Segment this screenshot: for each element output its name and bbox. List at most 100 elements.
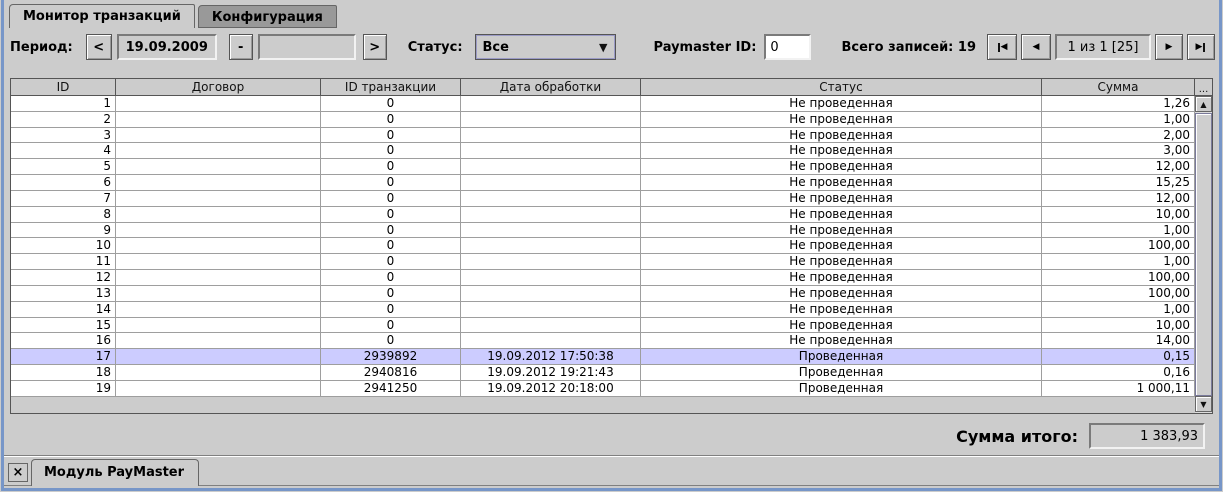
cell: Не проведенная — [641, 96, 1042, 111]
table-row[interactable]: 19294125019.09.2012 20:18:00Проведенная1… — [11, 381, 1195, 397]
tab-configuration[interactable]: Конфигурация — [198, 5, 337, 28]
module-tab-paymaster[interactable]: Модуль PayMaster — [31, 459, 199, 486]
table-row[interactable]: 10 0 Не проведенная100,00 — [11, 238, 1195, 254]
cell: 8 — [11, 207, 116, 222]
table-row[interactable]: 60Не проведенная15,25 — [11, 175, 1195, 191]
cell: Не проведенная — [641, 270, 1042, 285]
scroll-up-button[interactable]: ▲ — [1195, 96, 1212, 112]
cell: Не проведенная — [641, 223, 1042, 238]
cell: Не проведенная — [641, 238, 1042, 253]
table-row[interactable]: 10Не проведенная1,26 — [11, 96, 1195, 112]
column-header-5[interactable]: Сумма — [1042, 79, 1195, 96]
cell: 10 — [11, 238, 116, 253]
period-next-button[interactable]: > — [363, 34, 387, 60]
cell — [461, 270, 641, 285]
range-dash-button[interactable]: - — [229, 34, 253, 60]
cell: Не проведенная — [641, 191, 1042, 206]
summary-row: Сумма итого: 1 383,93 — [956, 423, 1205, 449]
cell: 14 — [11, 302, 116, 317]
cell — [116, 143, 321, 158]
close-module-button[interactable]: × — [8, 463, 28, 482]
cell: 0 — [321, 238, 461, 253]
cell — [461, 318, 641, 333]
column-header-3[interactable]: Дата обработки — [461, 79, 641, 96]
pager-last-button[interactable]: ▶ — [1187, 34, 1215, 60]
filter-toolbar: Период: < 19.09.2009 - > Статус: Все ▼ P… — [10, 33, 1215, 61]
cell: 2,00 — [1042, 128, 1195, 143]
cell: 0,16 — [1042, 365, 1195, 380]
table-row[interactable]: 18294081619.09.2012 19:21:43Проведенная0… — [11, 365, 1195, 381]
corner-header[interactable]: ... — [1195, 79, 1212, 96]
date-from-field[interactable]: 19.09.2009 — [117, 34, 217, 60]
pager-prev-button[interactable]: ◀ — [1021, 34, 1051, 60]
table-row[interactable]: 150Не проведенная10,00 — [11, 318, 1195, 334]
pager-next-button[interactable]: ▶ — [1155, 34, 1183, 60]
table-row[interactable]: 80Не проведенная10,00 — [11, 207, 1195, 223]
cell: 1,00 — [1042, 223, 1195, 238]
cell — [461, 207, 641, 222]
cell: 0 — [321, 286, 461, 301]
cell: 100,00 — [1042, 238, 1195, 253]
table-row[interactable]: 50Не проведенная12,00 — [11, 159, 1195, 175]
cell: 9 — [11, 223, 116, 238]
cell: 19.09.2012 20:18:00 — [461, 381, 641, 396]
table-row[interactable]: 120Не проведенная100,00 — [11, 270, 1195, 286]
column-header-0[interactable]: ID — [11, 79, 116, 96]
cell — [116, 333, 321, 348]
cell — [116, 286, 321, 301]
period-prev-button[interactable]: < — [86, 34, 112, 60]
cell — [461, 159, 641, 174]
vertical-scrollbar[interactable]: ▲ ▼ — [1195, 96, 1212, 413]
table-row[interactable]: 70Не проведенная12,00 — [11, 191, 1195, 207]
cell — [461, 191, 641, 206]
table-body: 10Не проведенная1,2620Не проведенная1,00… — [11, 96, 1195, 397]
transactions-table: IDДоговорID транзакцииДата обработкиСтат… — [10, 78, 1213, 414]
cell: 1 000,11 — [1042, 381, 1195, 396]
cell: 1,00 — [1042, 254, 1195, 269]
table-row[interactable]: 110Не проведенная1,00 — [11, 254, 1195, 270]
cell: 0 — [321, 175, 461, 190]
scroll-down-button[interactable]: ▼ — [1195, 396, 1212, 412]
window-border-left — [1, 0, 4, 490]
cell — [461, 223, 641, 238]
cell: Проведенная — [641, 365, 1042, 380]
table-row[interactable]: 20Не проведенная1,00 — [11, 112, 1195, 128]
status-combobox[interactable]: Все ▼ — [475, 34, 616, 60]
table-row[interactable]: 160Не проведенная14,00 — [11, 333, 1195, 349]
table-row[interactable]: 90Не проведенная1,00 — [11, 223, 1195, 239]
cell: Не проведенная — [641, 286, 1042, 301]
paymaster-window: Монитор транзакций Конфигурация Период: … — [0, 0, 1223, 492]
cell — [116, 381, 321, 396]
cell: 2939892 — [321, 349, 461, 364]
column-header-4[interactable]: Статус — [641, 79, 1042, 96]
cell — [116, 96, 321, 111]
cell: 100,00 — [1042, 270, 1195, 285]
column-header-1[interactable]: Договор — [116, 79, 321, 96]
cell — [116, 128, 321, 143]
cell — [461, 254, 641, 269]
pager-info-field: 1 из 1 [25] — [1055, 34, 1151, 60]
cell — [116, 112, 321, 127]
pager-first-button[interactable]: ◀ — [987, 34, 1017, 60]
cell: 16 — [11, 333, 116, 348]
table-row[interactable]: 30Не проведенная2,00 — [11, 128, 1195, 144]
period-label: Период: — [10, 40, 73, 55]
table-row[interactable]: 140Не проведенная1,00 — [11, 302, 1195, 318]
cell: 11 — [11, 254, 116, 269]
tab-transaction-monitor[interactable]: Монитор транзакций — [9, 4, 195, 28]
table-row[interactable]: 17293989219.09.2012 17:50:38Проведенная0… — [11, 349, 1195, 365]
table-row[interactable]: 130Не проведенная100,00 — [11, 286, 1195, 302]
last-page-bar-icon — [1203, 43, 1205, 52]
cell: 10,00 — [1042, 207, 1195, 222]
cell: 18 — [11, 365, 116, 380]
cell: Не проведенная — [641, 128, 1042, 143]
scrollbar-thumb[interactable] — [1195, 113, 1212, 396]
pager: ◀ ◀ 1 из 1 [25] ▶ ▶ — [987, 34, 1215, 60]
cell — [116, 175, 321, 190]
date-to-field[interactable] — [258, 34, 356, 60]
cell: 0 — [321, 143, 461, 158]
cell: Не проведенная — [641, 207, 1042, 222]
column-header-2[interactable]: ID транзакции — [321, 79, 461, 96]
paymaster-id-input[interactable] — [764, 34, 811, 60]
table-row[interactable]: 40Не проведенная3,00 — [11, 143, 1195, 159]
